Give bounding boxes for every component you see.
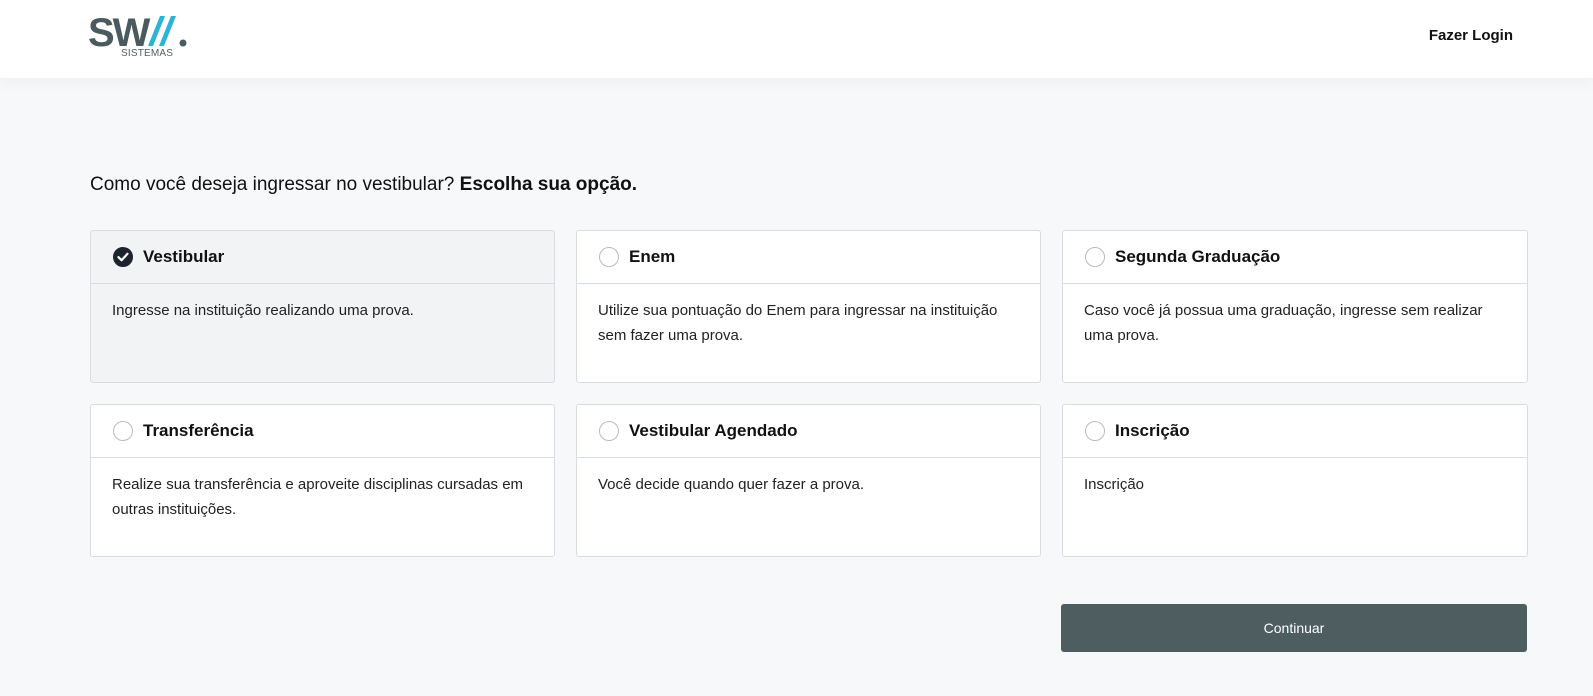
option-card-enem[interactable]: Enem Utilize sua pontuação do Enem para … [576,230,1041,383]
option-card-segunda-graduacao[interactable]: Segunda Graduação Caso você já possua um… [1062,230,1528,383]
logo-subtext: SISTEMAS [121,48,174,59]
swa-logo-mark: SW [88,12,187,52]
option-card-vestibular-agendado[interactable]: Vestibular Agendado Você decide quando q… [576,404,1041,557]
option-header: Inscrição [1063,405,1527,458]
option-card-inscricao[interactable]: Inscrição Inscrição [1062,404,1528,557]
option-header: Vestibular Agendado [577,405,1040,458]
option-header: Vestibular [91,231,554,284]
option-card-vestibular[interactable]: Vestibular Ingresse na instituição reali… [90,230,555,383]
option-title: Segunda Graduação [1115,247,1281,266]
question-text: Como você deseja ingressar no vestibular… [90,174,455,195]
option-card-transferencia[interactable]: Transferência Realize sua transferência … [90,404,555,557]
svg-text:SW: SW [88,12,151,52]
top-bar: SW SISTEMAS Fazer Login [0,0,1593,78]
option-description: Realize sua transferência e aproveite di… [112,476,524,518]
option-title: Enem [629,247,676,266]
option-header: Segunda Graduação [1063,231,1527,284]
checked-radio-icon[interactable] [113,247,133,267]
radio-icon[interactable] [599,421,619,441]
question-emphasis: Escolha sua opção. [459,174,638,195]
continue-button[interactable]: Continuar [1061,604,1527,652]
option-description: Inscrição [1084,476,1145,493]
option-description: Ingresse na instituição realizando uma p… [112,302,414,319]
option-title: Vestibular [143,247,225,266]
option-header: Transferência [91,405,554,458]
radio-icon[interactable] [599,247,619,267]
option-title: Vestibular Agendado [629,421,798,440]
swa-logo[interactable]: SW SISTEMAS [88,12,198,60]
option-description: Utilize sua pontuação do Enem para ingre… [598,302,998,344]
admission-options: Vestibular Ingresse na instituição reali… [90,230,1528,557]
option-description: Caso você já possua uma graduação, ingre… [1084,302,1483,344]
login-link[interactable]: Fazer Login [1429,27,1513,44]
page-question: Como você deseja ingressar no vestibular… [90,174,637,196]
option-description: Você decide quando quer fazer a prova. [598,476,865,493]
radio-icon[interactable] [1085,247,1105,267]
radio-icon[interactable] [113,421,133,441]
option-title: Inscrição [1115,421,1190,440]
option-header: Enem [577,231,1040,284]
radio-icon[interactable] [1085,421,1105,441]
option-title: Transferência [143,421,254,440]
